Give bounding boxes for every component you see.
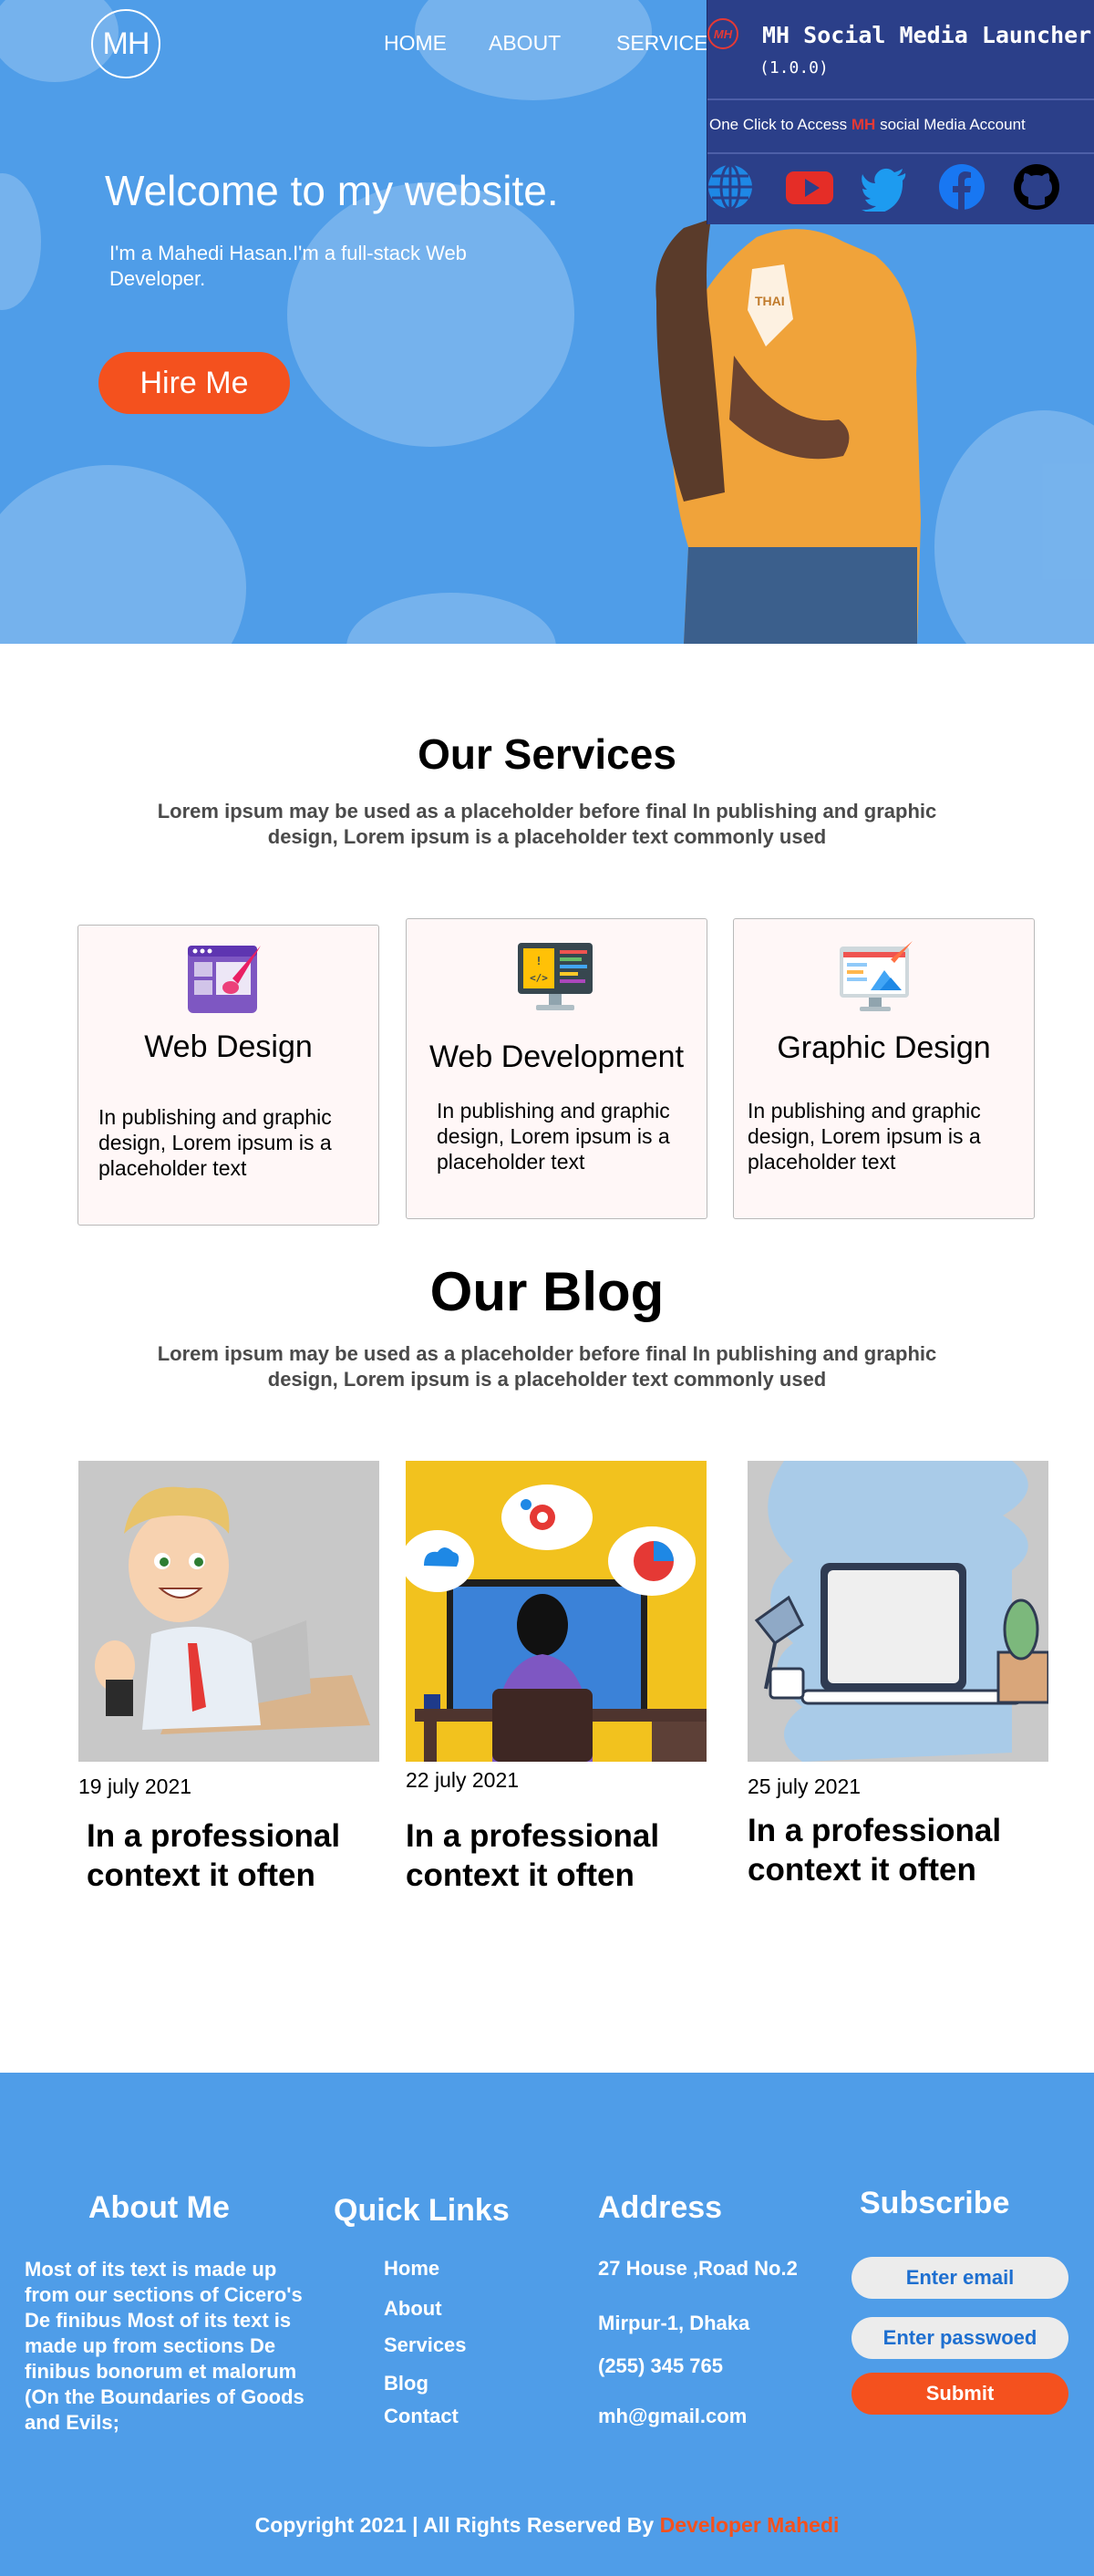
footer-phone: (255) 345 765 [598, 2354, 723, 2377]
footer-subscribe-title: Subscribe [860, 2186, 1010, 2220]
svg-text:THAI: THAI [755, 294, 785, 308]
service-card-title: Graphic Design [777, 1030, 991, 1065]
subscribe-password-input[interactable] [851, 2317, 1068, 2359]
decor-bubble [0, 173, 41, 310]
service-card-text: In publishing and graphic design, Lorem … [748, 1099, 981, 1174]
subscribe-submit-button[interactable]: Submit [851, 2373, 1068, 2415]
globe-icon[interactable] [706, 162, 755, 212]
footer-about-text: Most of its text is made up from our sec… [25, 2258, 304, 2434]
hero-section: MH HOME ABOUT SERVICES Welcome to my web… [0, 0, 1094, 644]
footer-link-home[interactable]: Home [384, 2257, 439, 2281]
blog-description: Lorem ipsum may be used as a placeholder… [157, 1342, 937, 1391]
service-card-title: Web Design [144, 1029, 313, 1064]
blog-post-date: 19 july 2021 [78, 1774, 192, 1798]
popup-divider [707, 98, 1094, 100]
hero-subtitle: I'm a Mahedi Hasan.I'm a full-stack Web … [109, 242, 467, 290]
nav-home[interactable]: HOME [384, 31, 447, 56]
copyright: Copyright 2021 | All Rights Reserved By … [254, 2513, 840, 2537]
footer-link-about[interactable]: About [384, 2297, 442, 2321]
popup-logo-badge: MH [707, 18, 738, 49]
popup-tagline: One Click to Access MH social Media Acco… [709, 116, 1026, 133]
popup-title: MH Social Media Launcher [762, 22, 1092, 48]
facebook-icon[interactable] [937, 162, 986, 212]
developer-link[interactable]: Developer Mahedi [660, 2513, 840, 2537]
footer-email[interactable]: mh@gmail.com [598, 2405, 747, 2428]
footer-link-contact[interactable]: Contact [384, 2405, 459, 2428]
blog-post-image[interactable] [748, 1461, 1048, 1762]
hero-person-image: THAI [655, 219, 921, 644]
subscribe-email-input[interactable] [851, 2257, 1068, 2299]
graphic-design-icon [840, 941, 913, 1011]
popup-divider [707, 152, 1094, 154]
blog-post-image[interactable] [406, 1461, 707, 1762]
hero-title: Welcome to my website. [105, 167, 559, 214]
decor-bubble [934, 410, 1094, 644]
twitter-icon[interactable] [860, 162, 909, 212]
decor-bubble [0, 465, 246, 644]
service-card-title: Web Development [428, 1040, 685, 1074]
footer-address-line: 27 House ,Road No.2 [598, 2257, 798, 2280]
nav-about[interactable]: ABOUT [489, 31, 561, 56]
github-icon[interactable] [1012, 162, 1061, 212]
youtube-icon[interactable] [785, 162, 834, 212]
service-card[interactable]: Web Design In publishing and graphic des… [77, 925, 379, 1226]
web-development-icon: ! </> [518, 943, 593, 1010]
blog-post-title[interactable]: In a professional context it often [748, 1811, 1048, 1889]
hire-me-button[interactable]: Hire Me [98, 352, 290, 414]
service-card-text: In publishing and graphic design, Lorem … [437, 1099, 670, 1174]
footer-link-services[interactable]: Services [384, 2333, 467, 2357]
footer-address-line: Mirpur-1, Dhaka [598, 2312, 750, 2334]
web-design-icon [188, 946, 261, 1013]
footer-quick-links-title: Quick Links [334, 2193, 510, 2228]
services-title: Our Services [418, 730, 676, 778]
blog-post-title[interactable]: In a professional context it often [406, 1816, 707, 1895]
svg-text:!: ! [535, 955, 542, 967]
decor-bubble [287, 182, 574, 447]
site-logo[interactable]: MH [91, 9, 160, 78]
footer-address-title: Address [598, 2190, 723, 2225]
blog-post-date: 25 july 2021 [748, 1774, 862, 1798]
blog-post-image[interactable] [78, 1461, 379, 1762]
service-card-text: In publishing and graphic design, Lorem … [98, 1105, 332, 1180]
service-card[interactable]: Graphic Design In publishing and graphic… [733, 918, 1035, 1219]
popup-version: (1.0.0) [759, 58, 829, 78]
services-description: Lorem ipsum may be used as a placeholder… [157, 800, 937, 848]
blog-title: Our Blog [429, 1261, 665, 1322]
footer-link-blog[interactable]: Blog [384, 2372, 428, 2395]
social-launcher-popup: MH MH Social Media Launcher (1.0.0) One … [707, 0, 1094, 224]
blog-post-title[interactable]: In a professional context it often [87, 1816, 387, 1895]
decor-bubble [346, 593, 556, 644]
blog-post-date: 22 july 2021 [406, 1768, 520, 1792]
footer-about-title: About Me [88, 2190, 230, 2225]
svg-text:</>: </> [530, 972, 548, 984]
service-card[interactable]: ! </> Web Development In publishing and … [406, 918, 707, 1219]
